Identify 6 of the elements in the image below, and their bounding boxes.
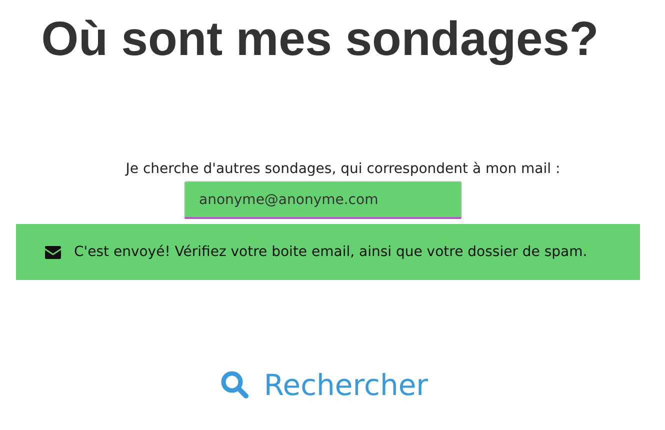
search-icon [220, 370, 250, 400]
email-field[interactable]: anonyme@anonyme.com [184, 181, 462, 219]
email-label: Je cherche d'autres sondages, qui correspondent à mon mail : [126, 160, 560, 178]
page-title: Où sont mes sondages? [41, 12, 599, 68]
alert-message: C'est envoyé! Vérifiez votre boite email, ainsi que votre dossier de spam. [74, 244, 588, 260]
envelope-icon [45, 246, 61, 258]
